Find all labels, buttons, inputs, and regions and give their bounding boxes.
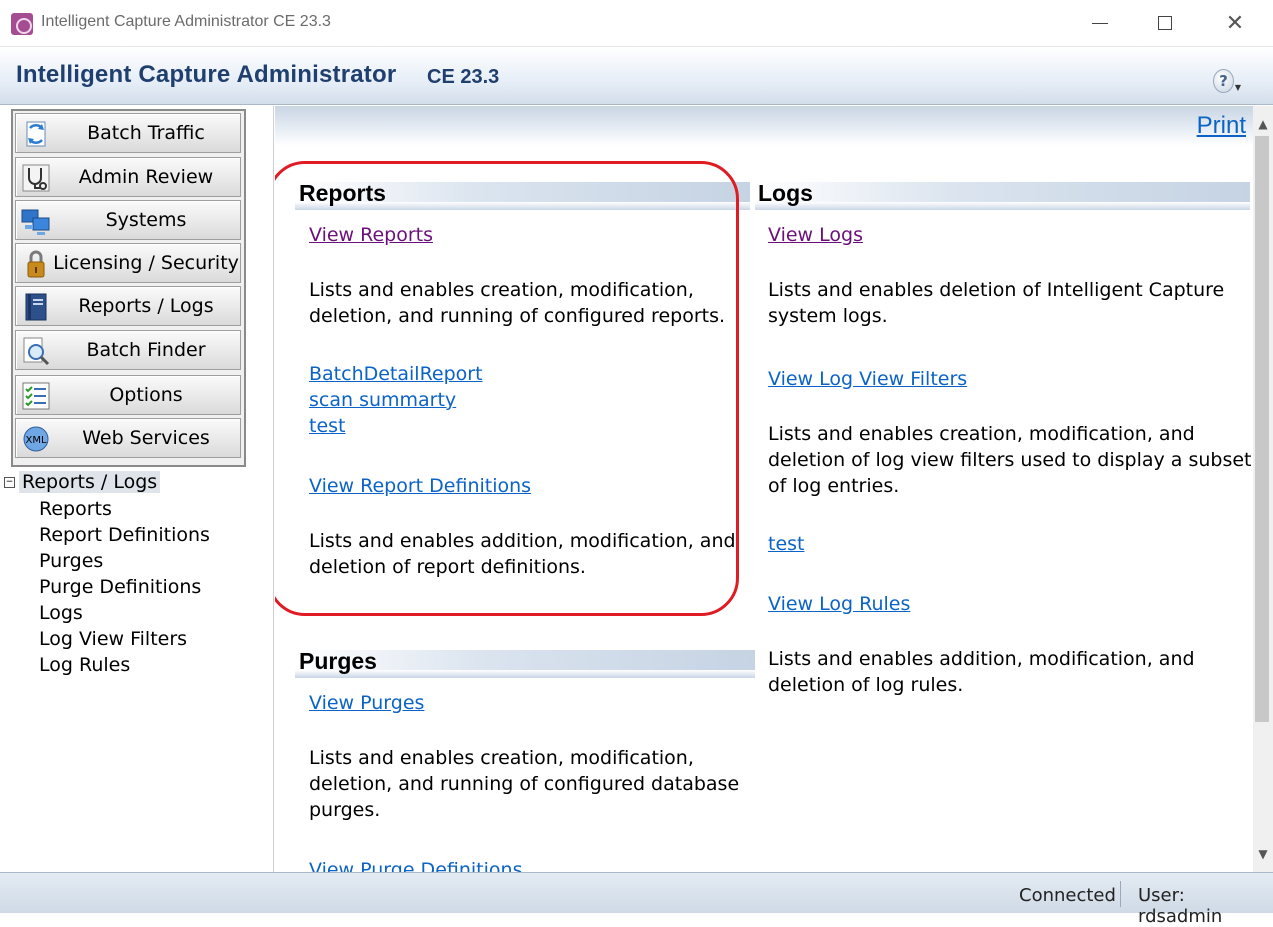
- maximize-button[interactable]: [1145, 8, 1185, 38]
- tree-root[interactable]: − Reports / Logs: [4, 471, 161, 493]
- reports-highlight-outline: [275, 161, 739, 616]
- scroll-down-arrow-icon[interactable]: ▼: [1253, 844, 1273, 864]
- checklist-icon: [22, 382, 50, 410]
- purges-description-line: Lists and enables creation, modification…: [309, 747, 694, 769]
- window-title: Intelligent Capture Administrator CE 23.…: [41, 13, 331, 30]
- logs-section-title: Logs: [758, 180, 813, 206]
- nav-button-label: Systems: [105, 209, 187, 231]
- status-separator: [1120, 881, 1121, 907]
- chevron-down-icon: ▼: [1234, 82, 1241, 92]
- help-icon: ?: [1213, 69, 1234, 93]
- help-button[interactable]: ? ▼: [1213, 68, 1241, 94]
- log-filters-description-line: Lists and enables creation, modification…: [768, 423, 1195, 445]
- logs-section-header: [755, 182, 1250, 210]
- tree-item-reports[interactable]: Reports: [39, 498, 112, 520]
- tree-item-purge-definitions[interactable]: Purge Definitions: [39, 576, 201, 598]
- stethoscope-icon: [22, 164, 50, 192]
- purges-section-title: Purges: [299, 648, 377, 674]
- nav-button-options[interactable]: Options: [15, 375, 241, 415]
- purges-description-line: deletion, and running of configured data…: [309, 773, 740, 795]
- collapse-icon[interactable]: −: [4, 476, 15, 488]
- minimize-button[interactable]: [1080, 8, 1120, 38]
- padlock-icon: [27, 250, 45, 278]
- tree-item-log-rules[interactable]: Log Rules: [39, 654, 130, 676]
- logs-description-line: system logs.: [768, 305, 888, 327]
- log-rules-description-line: Lists and enables addition, modification…: [768, 648, 1195, 670]
- book-icon: [25, 293, 47, 321]
- app-icon: [11, 13, 33, 35]
- nav-button-label: Reports / Logs: [78, 295, 214, 317]
- nav-button-licensing-security[interactable]: Licensing / Security: [15, 243, 241, 283]
- nav-button-label: Web Services: [82, 427, 210, 449]
- window-title-bar[interactable]: Intelligent Capture Administrator CE 23.…: [0, 0, 1273, 47]
- magnifier-icon: [23, 337, 50, 366]
- reports-section-title: Reports: [299, 180, 386, 206]
- app-version: CE 23.3: [427, 66, 500, 88]
- tree-item-report-definitions[interactable]: Report Definitions: [39, 524, 210, 546]
- maximize-icon: [1158, 16, 1172, 30]
- view-logs-link[interactable]: View Logs: [768, 224, 863, 246]
- close-icon: ✕: [1225, 10, 1245, 36]
- log-filters-description-line: of log entries.: [768, 475, 900, 497]
- nav-button-group: Batch Traffic Admin Review Systems Licen…: [11, 109, 246, 467]
- tree-item-log-view-filters[interactable]: Log View Filters: [39, 628, 187, 650]
- nav-button-systems[interactable]: Systems: [15, 200, 241, 240]
- status-bar: Connected User: rdsadmin: [0, 872, 1273, 927]
- nav-button-reports-logs[interactable]: Reports / Logs: [15, 286, 241, 326]
- log-filters-description-line: deletion of log view filters used to dis…: [768, 449, 1252, 471]
- nav-button-label: Batch Traffic: [87, 122, 205, 144]
- minimize-icon: [1092, 22, 1108, 24]
- view-purges-link[interactable]: View Purges: [309, 692, 424, 714]
- nav-button-label: Options: [109, 384, 183, 406]
- main-content: Print Reports View Reports Lists and ena…: [275, 106, 1253, 872]
- connection-status: Connected: [1019, 885, 1116, 906]
- content-top-band: [275, 106, 1253, 146]
- app-header: Intelligent Capture Administrator CE 23.…: [0, 47, 1273, 105]
- nav-button-batch-traffic[interactable]: Batch Traffic: [15, 113, 241, 153]
- purges-description-line: purges.: [309, 799, 381, 821]
- logs-description-line: Lists and enables deletion of Intelligen…: [768, 279, 1225, 301]
- nav-button-web-services[interactable]: XML Web Services: [15, 418, 241, 458]
- log-filter-link-test[interactable]: test: [768, 533, 805, 555]
- xml-icon: XML: [23, 426, 49, 452]
- view-log-rules-link[interactable]: View Log Rules: [768, 593, 910, 615]
- scrollbar-thumb[interactable]: [1255, 136, 1269, 722]
- view-purge-definitions-link[interactable]: View Purge Definitions: [309, 859, 522, 872]
- scroll-up-arrow-icon[interactable]: ▲: [1253, 114, 1273, 134]
- print-link[interactable]: Print: [1197, 112, 1246, 140]
- batch-traffic-icon: [26, 121, 46, 147]
- nav-button-label: Licensing / Security: [53, 252, 239, 274]
- view-log-view-filters-link[interactable]: View Log View Filters: [768, 368, 967, 390]
- nav-button-admin-review[interactable]: Admin Review: [15, 157, 241, 197]
- nav-button-batch-finder[interactable]: Batch Finder: [15, 330, 241, 370]
- app-title: Intelligent Capture Administrator: [16, 61, 397, 88]
- svg-text:XML: XML: [25, 435, 46, 446]
- close-button[interactable]: ✕: [1215, 8, 1255, 38]
- log-rules-description-line: deletion of log rules.: [768, 674, 964, 696]
- vertical-scrollbar[interactable]: ▲ ▼: [1253, 106, 1273, 872]
- nav-button-label: Batch Finder: [86, 339, 206, 361]
- nav-button-label: Admin Review: [78, 166, 214, 188]
- tree-root-label[interactable]: Reports / Logs: [19, 471, 161, 493]
- tree-item-purges[interactable]: Purges: [39, 550, 103, 572]
- left-navigation-panel: Batch Traffic Admin Review Systems Licen…: [0, 106, 274, 872]
- current-user: User: rdsadmin: [1138, 885, 1223, 927]
- tree-item-logs[interactable]: Logs: [39, 602, 83, 624]
- computers-icon: [21, 209, 50, 235]
